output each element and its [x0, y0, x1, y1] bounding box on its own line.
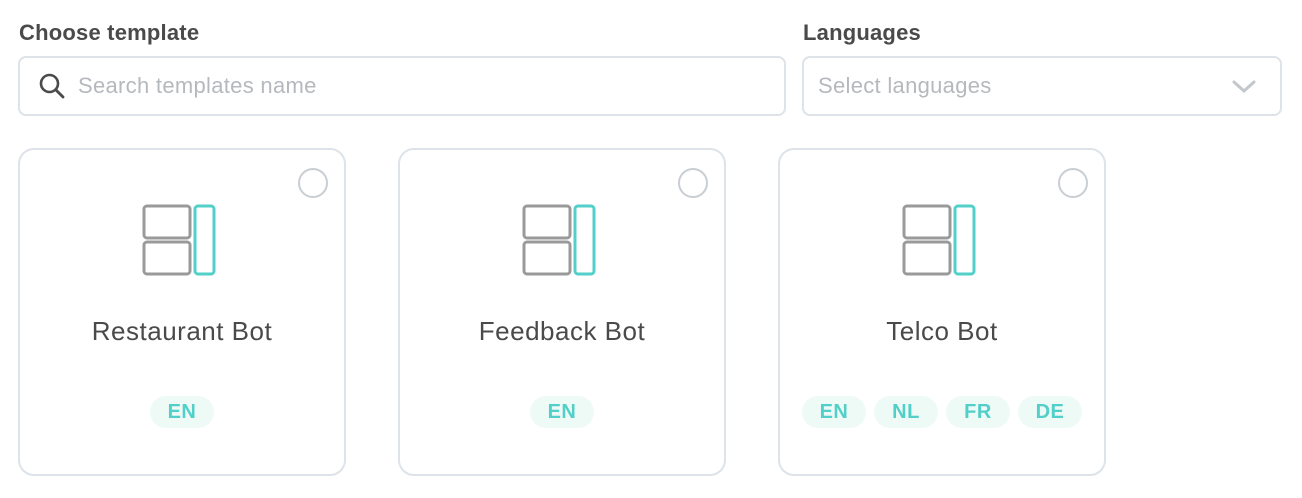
search-input[interactable] [78, 58, 784, 114]
language-badge: NL [874, 396, 938, 428]
language-badge: FR [946, 396, 1010, 428]
template-chooser: Choose template Languages Select languag… [0, 0, 1302, 498]
languages-select[interactable]: Select languages [802, 56, 1282, 116]
template-card-title: Telco Bot [886, 316, 998, 346]
language-badges: EN [400, 396, 724, 428]
search-box[interactable] [18, 56, 786, 116]
language-badge: EN [150, 396, 214, 428]
search-icon [38, 72, 66, 100]
template-select-radio[interactable] [678, 168, 708, 198]
languages-label: Languages [803, 20, 921, 45]
choose-template-label: Choose template [19, 20, 200, 45]
languages-select-placeholder: Select languages [818, 73, 992, 98]
language-badge: EN [802, 396, 866, 428]
template-card-telco-bot[interactable]: Telco Bot EN NL FR DE [778, 148, 1106, 476]
layout-template-icon [522, 204, 598, 278]
template-card-title: Restaurant Bot [91, 316, 273, 346]
template-card-feedback-bot[interactable]: Feedback Bot EN [398, 148, 726, 476]
language-badge: EN [530, 396, 594, 428]
chevron-down-icon [1230, 72, 1258, 100]
layout-template-icon [902, 204, 978, 278]
template-card-title: Feedback Bot [478, 316, 646, 346]
language-badges: EN NL FR DE [780, 396, 1104, 428]
language-badges: EN [20, 396, 344, 428]
template-card-restaurant-bot[interactable]: Restaurant Bot EN [18, 148, 346, 476]
layout-template-icon [142, 204, 218, 278]
language-badge: DE [1018, 396, 1082, 428]
template-select-radio[interactable] [298, 168, 328, 198]
template-select-radio[interactable] [1058, 168, 1088, 198]
